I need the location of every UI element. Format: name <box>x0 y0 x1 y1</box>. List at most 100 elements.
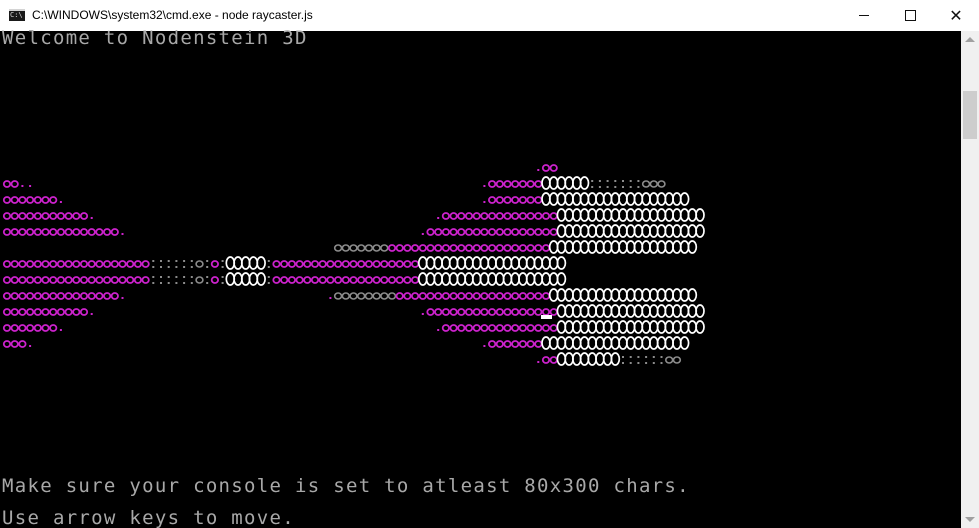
wall-white-char <box>656 208 667 222</box>
maximize-button[interactable] <box>887 0 933 31</box>
wall-white-char <box>625 336 636 350</box>
wall-magenta-char <box>464 228 474 236</box>
wall-magenta-char <box>41 324 50 332</box>
wall-magenta-char <box>56 212 66 220</box>
wall-magenta-char <box>333 276 343 284</box>
colon-char <box>190 282 193 284</box>
wall-edge-dot <box>483 201 486 203</box>
wall-white-char <box>625 224 636 238</box>
wall-magenta-char <box>25 308 35 316</box>
wall-white-char <box>541 272 551 286</box>
wall-white-char <box>571 336 582 350</box>
wall-magenta-char <box>449 292 458 300</box>
wall-white-char <box>656 304 667 318</box>
wall-magenta-char <box>18 196 27 204</box>
wall-white-char <box>641 320 651 334</box>
colon-char <box>190 260 193 262</box>
wall-magenta-char <box>549 164 558 172</box>
wall-white-char <box>564 336 574 350</box>
wall-magenta-char <box>95 228 104 236</box>
wall-white-char <box>595 192 605 206</box>
wall-magenta-char <box>418 292 427 300</box>
wall-magenta-char <box>303 260 312 268</box>
wall-magenta-char <box>457 324 466 332</box>
wall-magenta-char <box>495 340 504 348</box>
wall-magenta-char <box>326 276 335 284</box>
wall-white-char <box>487 272 497 286</box>
wall-edge-dot <box>59 201 62 203</box>
wall-white-char <box>502 272 513 286</box>
wall-magenta-char <box>503 292 512 300</box>
wall-white-char <box>579 304 590 318</box>
colon-char <box>175 282 178 284</box>
wall-magenta-char <box>472 324 481 332</box>
wall-magenta-char <box>79 260 89 268</box>
wall-magenta-char <box>449 324 458 332</box>
wall-edge-dot <box>90 313 93 315</box>
wall-white-char <box>548 256 559 270</box>
wall-gray-char <box>333 292 343 300</box>
wall-magenta-char <box>56 308 66 316</box>
wall-edge-dot <box>29 185 32 187</box>
close-button[interactable]: ✕ <box>933 0 979 31</box>
wall-magenta-char <box>526 308 535 316</box>
scroll-up-arrow-icon[interactable] <box>965 37 975 42</box>
wall-magenta-char <box>503 180 512 188</box>
wall-white-char <box>679 224 690 238</box>
wall-magenta-char <box>534 180 543 188</box>
wall-magenta-char <box>2 180 12 188</box>
wall-magenta-char <box>464 324 474 332</box>
wall-magenta-char <box>534 292 543 300</box>
minimize-icon <box>859 15 869 16</box>
wall-white-char <box>579 288 590 302</box>
cmd-console-icon: C:\ <box>9 9 25 21</box>
wall-magenta-char <box>518 340 528 348</box>
wall-magenta-char <box>526 244 535 252</box>
wall-magenta-char <box>426 244 435 252</box>
scrollbar-thumb[interactable] <box>963 91 977 139</box>
wall-magenta-char <box>518 244 528 252</box>
wall-white-char <box>556 208 567 222</box>
wall-magenta-char <box>141 260 150 268</box>
wall-magenta-char <box>464 212 474 220</box>
wall-magenta-char <box>118 276 127 284</box>
wall-magenta-char <box>526 196 535 204</box>
wall-white-char <box>233 272 243 286</box>
wall-magenta-char <box>10 292 19 300</box>
wall-magenta-char <box>487 308 497 316</box>
wall-magenta-char <box>64 308 73 316</box>
wall-white-char <box>556 352 567 366</box>
cmd-icon-label: C:\ <box>10 11 23 19</box>
wall-edge-dot <box>483 345 486 347</box>
wall-gray-char <box>364 292 374 300</box>
wall-magenta-char <box>518 180 528 188</box>
raycaster-ascii-render <box>2 164 705 366</box>
wall-white-char <box>687 320 698 334</box>
wall-magenta-char <box>541 228 551 236</box>
wall-white-char <box>256 256 266 270</box>
vertical-scrollbar[interactable] <box>961 31 979 528</box>
wall-magenta-char <box>511 228 520 236</box>
wall-magenta-char <box>449 228 458 236</box>
scroll-down-arrow-icon[interactable] <box>965 517 975 522</box>
minimize-button[interactable] <box>841 0 887 31</box>
wall-magenta-char <box>472 308 481 316</box>
wall-white-char <box>579 320 590 334</box>
wall-gray-char <box>349 244 358 252</box>
wall-magenta-char <box>380 260 389 268</box>
wall-magenta-char <box>133 260 142 268</box>
wall-magenta-char <box>72 260 81 268</box>
wall-magenta-char <box>10 228 19 236</box>
wall-magenta-char <box>503 244 512 252</box>
colon-char <box>152 282 155 284</box>
wall-white-char <box>618 288 628 302</box>
wall-white-char <box>556 336 567 350</box>
wall-magenta-char <box>503 196 512 204</box>
wall-white-char <box>648 224 659 238</box>
wall-white-char <box>587 192 598 206</box>
wall-white-char <box>548 176 559 190</box>
console-output[interactable]: Welcome to Nodenstein 3D Make sure your … <box>0 27 961 528</box>
wall-white-char <box>487 256 497 270</box>
wall-magenta-char <box>2 212 12 220</box>
colon-char <box>152 260 155 262</box>
